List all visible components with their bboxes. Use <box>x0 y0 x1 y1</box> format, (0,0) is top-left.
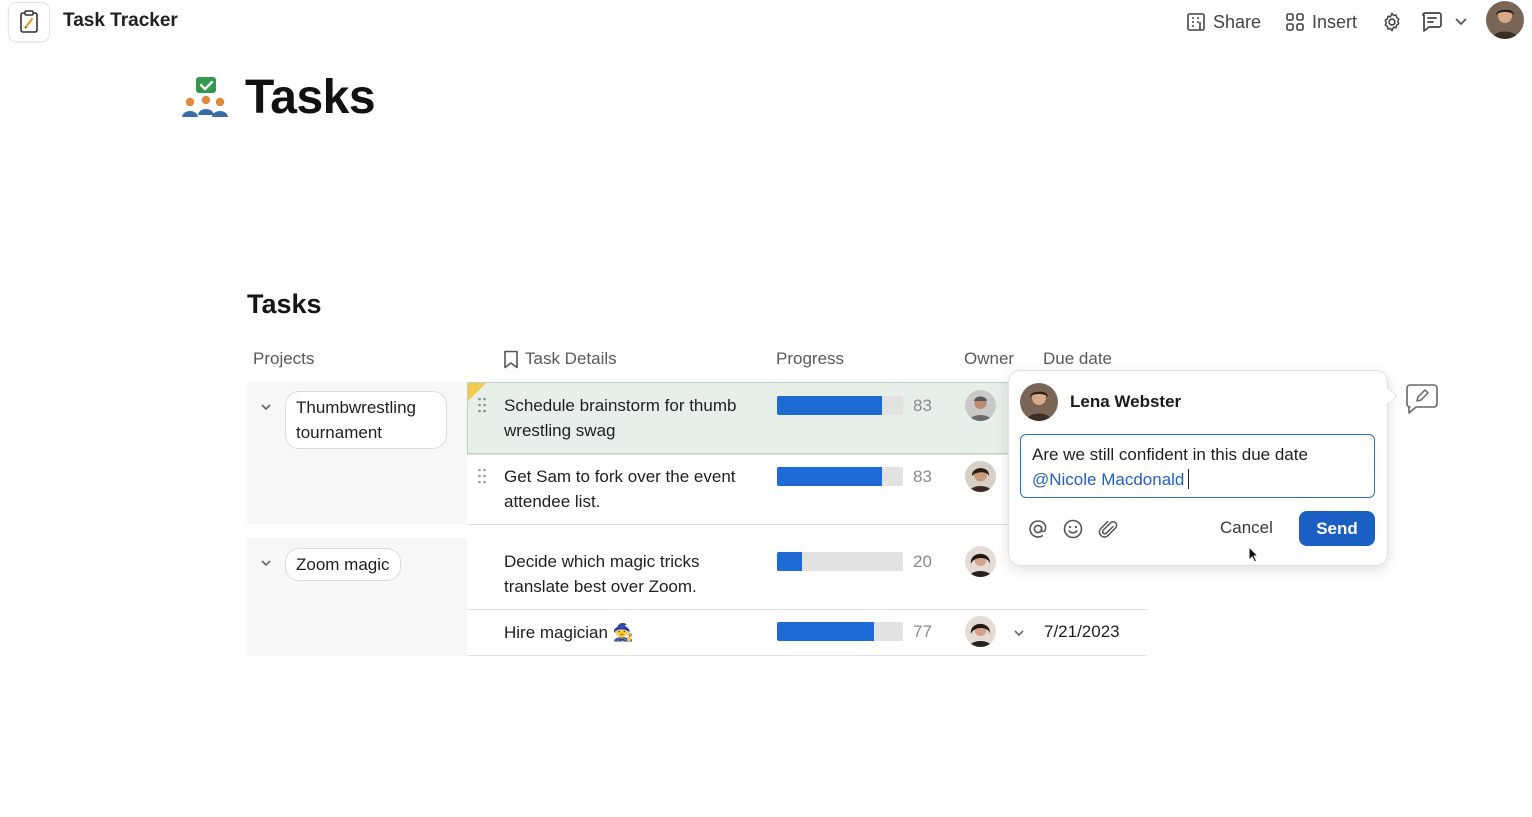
insert-button[interactable]: Insert <box>1285 9 1357 35</box>
drag-handle-icon[interactable] <box>477 467 487 485</box>
task-details-cell[interactable]: Get Sam to fork over the event attendee … <box>504 464 769 514</box>
progress-fill <box>777 622 875 641</box>
drag-handle-icon[interactable] <box>477 396 487 414</box>
comment-input[interactable]: Are we still confident in this due date … <box>1020 434 1375 498</box>
column-header-label: Progress <box>776 349 845 368</box>
mention-chip[interactable]: @Nicole Macdonald <box>1032 470 1184 489</box>
chevron-down-icon[interactable] <box>259 556 273 570</box>
clipboard-icon[interactable] <box>8 2 50 42</box>
mouse-cursor-icon <box>1248 546 1260 563</box>
progress-bar <box>777 396 903 415</box>
task-details-cell[interactable]: Hire magician 🧙 <box>504 620 769 645</box>
column-header-label: Projects <box>253 349 315 368</box>
project-chip[interactable]: Zoom magic <box>285 548 401 581</box>
page-title: Tasks <box>245 71 376 124</box>
column-header-owner[interactable]: Owner <box>964 349 1014 369</box>
chevron-down-icon[interactable] <box>1455 9 1467 35</box>
share-button[interactable]: Share <box>1186 9 1261 35</box>
avatar[interactable] <box>965 616 996 647</box>
comment-author: Lena Webster <box>1070 392 1182 411</box>
text-caret <box>1188 469 1190 489</box>
progress-bar <box>777 552 903 571</box>
task-details-cell[interactable]: Decide which magic tricks translate best… <box>504 549 769 599</box>
insert-label: Insert <box>1312 11 1358 32</box>
progress-value: 77 <box>913 622 932 641</box>
chevron-down-icon[interactable] <box>259 400 273 414</box>
column-header-due-date[interactable]: Due date <box>1043 349 1112 369</box>
section-title: Tasks <box>247 289 322 319</box>
progress-bar <box>777 622 903 641</box>
column-header-projects[interactable]: Projects <box>253 349 314 369</box>
progress-value: 20 <box>913 552 932 571</box>
add-comment-icon[interactable] <box>1404 383 1440 415</box>
progress-value: 83 <box>913 467 932 486</box>
column-header-label: Task Details <box>525 349 617 368</box>
comment-text: Are we still confident in this due date <box>1032 445 1308 464</box>
send-button[interactable]: Send <box>1299 511 1375 546</box>
row-divider <box>467 609 1147 610</box>
avatar[interactable] <box>1486 1 1524 39</box>
progress-fill <box>777 552 803 571</box>
progress-bar <box>777 467 903 486</box>
avatar[interactable] <box>965 546 996 577</box>
grid-icon <box>1286 13 1304 31</box>
progress-fill <box>777 396 882 415</box>
emoji-icon[interactable] <box>1062 518 1084 540</box>
row-divider <box>467 454 1007 455</box>
team-tasks-icon <box>181 77 229 119</box>
app-title: Task Tracker <box>63 10 178 31</box>
column-header-task-details[interactable]: Task Details <box>503 349 617 369</box>
column-header-label: Owner <box>964 349 1015 368</box>
task-details-cell[interactable]: Schedule brainstorm for thumb wrestling … <box>504 393 769 443</box>
column-header-label: Due date <box>1043 349 1112 368</box>
paperclip-icon[interactable] <box>1097 518 1119 540</box>
progress-value: 83 <box>913 396 932 415</box>
progress-fill <box>777 467 882 486</box>
gear-icon[interactable] <box>1381 9 1403 35</box>
due-date-cell[interactable]: 7/21/2023 <box>1044 622 1120 642</box>
building-icon <box>1187 13 1205 31</box>
share-label: Share <box>1213 11 1262 32</box>
column-header-progress[interactable]: Progress <box>776 349 844 369</box>
bookmark-icon <box>504 350 518 368</box>
at-mention-icon[interactable] <box>1027 518 1049 540</box>
top-bar: Task Tracker Share Insert <box>0 0 1532 44</box>
chevron-down-icon[interactable] <box>1012 626 1026 640</box>
avatar[interactable] <box>965 390 996 421</box>
avatar[interactable] <box>965 461 996 492</box>
project-chip[interactable]: Thumbwrestling tournament <box>285 391 447 449</box>
comment-icon[interactable] <box>1420 9 1444 35</box>
cancel-button[interactable]: Cancel <box>1220 518 1273 538</box>
row-divider <box>467 655 1147 656</box>
avatar <box>1020 383 1058 421</box>
